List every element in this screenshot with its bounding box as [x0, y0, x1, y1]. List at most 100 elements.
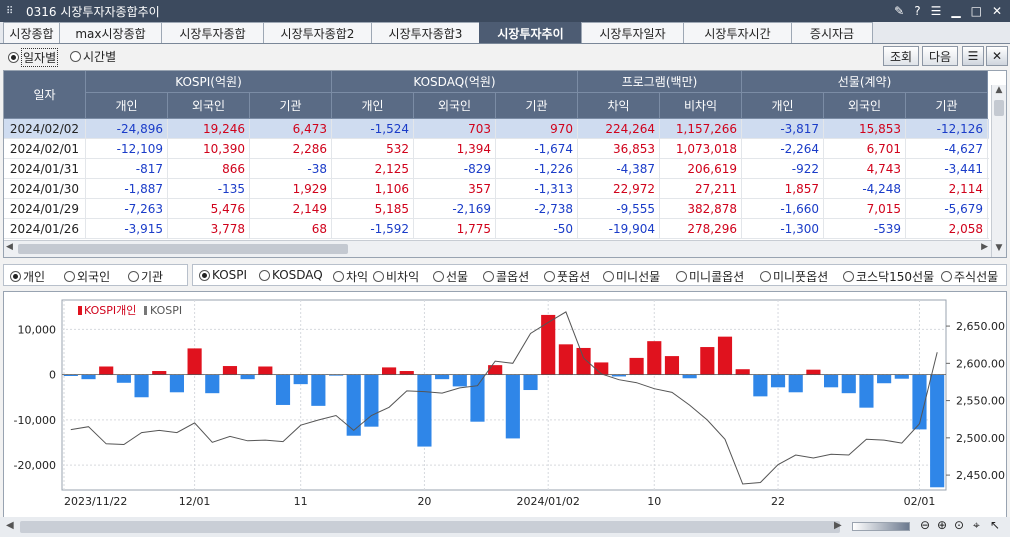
help-icon[interactable]: ?: [914, 4, 920, 18]
market-option[interactable]: 선물: [433, 268, 468, 285]
tab-item[interactable]: 증시자금: [791, 22, 873, 43]
radio-dot[interactable]: [70, 51, 81, 62]
scroll-thumb[interactable]: [18, 244, 348, 254]
query-button[interactable]: 조회: [883, 46, 919, 66]
cell-value: -1,300: [742, 219, 824, 239]
scroll-down-icon[interactable]: ▼: [992, 243, 1006, 257]
cell-value: -3,441: [906, 159, 988, 179]
next-button[interactable]: 다음: [922, 46, 958, 66]
sub-header[interactable]: 외국인: [168, 93, 250, 119]
zoom-slider[interactable]: [852, 522, 910, 531]
radio-dot[interactable]: [603, 271, 614, 282]
pointer-icon[interactable]: ↖: [990, 518, 1000, 532]
market-option[interactable]: 차익: [333, 268, 368, 285]
horizontal-scrollbar[interactable]: ◀ ▶: [4, 240, 991, 257]
market-option[interactable]: 미니콜옵션: [676, 268, 744, 285]
tab-item[interactable]: 시장투자종합3: [371, 22, 480, 43]
sub-header[interactable]: 개인: [742, 93, 824, 119]
tab-item[interactable]: 시장투자종합: [161, 22, 264, 43]
radio-dot[interactable]: [483, 271, 494, 282]
market-option[interactable]: 풋옵션: [544, 268, 590, 285]
group-header[interactable]: 프로그램(백만): [578, 71, 742, 93]
chart-bar: [152, 371, 167, 375]
cell-value: -1,592: [332, 219, 414, 239]
group-header[interactable]: 선물(계약): [742, 71, 988, 93]
sub-header[interactable]: 개인: [86, 93, 168, 119]
group-header[interactable]: KOSDAQ(억원): [332, 71, 578, 93]
table-row[interactable]: 2024/01/31 -817 866 -38 2,125 -829 -1,226 -4,38…: [4, 159, 989, 179]
table-row[interactable]: 2024/01/30 -1,887 -135 1,929 1,106 357 -1,313 2…: [4, 179, 989, 199]
radio-daily[interactable]: 일자별: [8, 48, 59, 67]
sub-header[interactable]: 차익: [578, 93, 660, 119]
vertical-scrollbar[interactable]: ▲ ▼: [991, 85, 1006, 257]
radio-dot[interactable]: [544, 271, 555, 282]
minimize-icon[interactable]: ▁: [951, 4, 960, 18]
market-option[interactable]: 미니선물: [603, 268, 660, 285]
close-icon[interactable]: ✕: [992, 4, 1002, 18]
list-menu-button[interactable]: ☰: [962, 46, 984, 66]
sub-header[interactable]: 개인: [332, 93, 414, 119]
maximize-icon[interactable]: □: [971, 4, 982, 18]
sub-header[interactable]: 기관: [496, 93, 578, 119]
table-row[interactable]: 2024/02/02 -24,896 19,246 6,473 -1,524 703 970…: [4, 119, 989, 139]
radio-dot[interactable]: [128, 271, 139, 282]
investor-option[interactable]: 개인: [10, 268, 45, 285]
radio-dot[interactable]: [433, 271, 444, 282]
zoom-fit-icon[interactable]: ⊙: [954, 518, 964, 532]
table-row[interactable]: 2024/02/01 -12,109 10,390 2,286 532 1,394 -1,6…: [4, 139, 989, 159]
sub-header[interactable]: 외국인: [414, 93, 496, 119]
market-option-label: 주식선물: [954, 270, 999, 284]
market-option[interactable]: KOSPI: [199, 268, 247, 282]
radio-dot[interactable]: [259, 269, 270, 281]
pin-icon[interactable]: ✎: [894, 4, 904, 18]
radio-dot[interactable]: [843, 271, 854, 282]
tab-item[interactable]: 시장투자종합2: [263, 22, 372, 43]
sub-header[interactable]: 비차익: [660, 93, 742, 119]
tab-item[interactable]: 시장투자일자: [581, 22, 684, 43]
investor-option[interactable]: 기관: [128, 268, 163, 285]
tab-item[interactable]: max시장종합: [59, 22, 162, 43]
table-row[interactable]: 2024/01/26 -3,915 3,778 68 -1,592 1,775 -50 -19…: [4, 219, 989, 239]
radio-dot[interactable]: [199, 269, 210, 281]
scroll-left-icon[interactable]: ◀: [6, 242, 13, 252]
chart-scroll-right-icon[interactable]: ▶: [834, 520, 842, 531]
tab-item[interactable]: 시장종합: [3, 22, 60, 43]
crosshair-icon[interactable]: ⌖: [973, 518, 980, 533]
table-row[interactable]: 2024/01/29 -7,263 5,476 2,149 5,185 -2,169 -2,…: [4, 199, 989, 219]
sub-header[interactable]: 기관: [906, 93, 988, 119]
market-option[interactable]: 미니풋옵션: [760, 268, 828, 285]
radio-dot[interactable]: [941, 271, 952, 282]
group-header[interactable]: KOSPI(억원): [86, 71, 332, 93]
zoom-out-icon[interactable]: ⊖: [920, 518, 930, 532]
tab-item[interactable]: 시장투자시간: [683, 22, 792, 43]
scroll-up-icon[interactable]: ▲: [992, 85, 1006, 99]
date-column-header[interactable]: 일자: [4, 71, 86, 119]
radio-dot[interactable]: [64, 271, 75, 282]
investor-option[interactable]: 외국인: [64, 268, 110, 285]
radio-dot[interactable]: [373, 271, 384, 282]
market-option[interactable]: KOSDAQ: [259, 268, 323, 282]
market-option[interactable]: 코스닥150선물: [843, 268, 934, 285]
scroll-right-icon[interactable]: ▶: [981, 242, 988, 252]
radio-dot[interactable]: [10, 271, 21, 282]
radio-hourly[interactable]: 시간별: [70, 48, 116, 65]
settings-icon[interactable]: ☰: [931, 4, 942, 18]
close-panel-button[interactable]: ✕: [986, 46, 1008, 66]
grip-icon[interactable]: ⠿: [6, 6, 20, 17]
chart-scroll-left-icon[interactable]: ◀: [6, 520, 14, 531]
radio-dot[interactable]: [760, 271, 771, 282]
market-option[interactable]: 주식선물: [941, 268, 998, 285]
chart-bar: [311, 374, 326, 406]
radio-dot[interactable]: [676, 271, 687, 282]
tab-item[interactable]: 시장투자추이: [479, 22, 582, 43]
sub-header[interactable]: 기관: [250, 93, 332, 119]
radio-dot[interactable]: [333, 271, 344, 282]
radio-dot[interactable]: [8, 52, 19, 63]
zoom-in-icon[interactable]: ⊕: [937, 518, 947, 532]
cell-value: -922: [742, 159, 824, 179]
market-option[interactable]: 콜옵션: [483, 268, 529, 285]
sub-header[interactable]: 외국인: [824, 93, 906, 119]
chart-scrollbar[interactable]: [20, 521, 840, 533]
scroll-thumb[interactable]: [994, 100, 1004, 116]
market-option[interactable]: 비차익: [373, 268, 419, 285]
